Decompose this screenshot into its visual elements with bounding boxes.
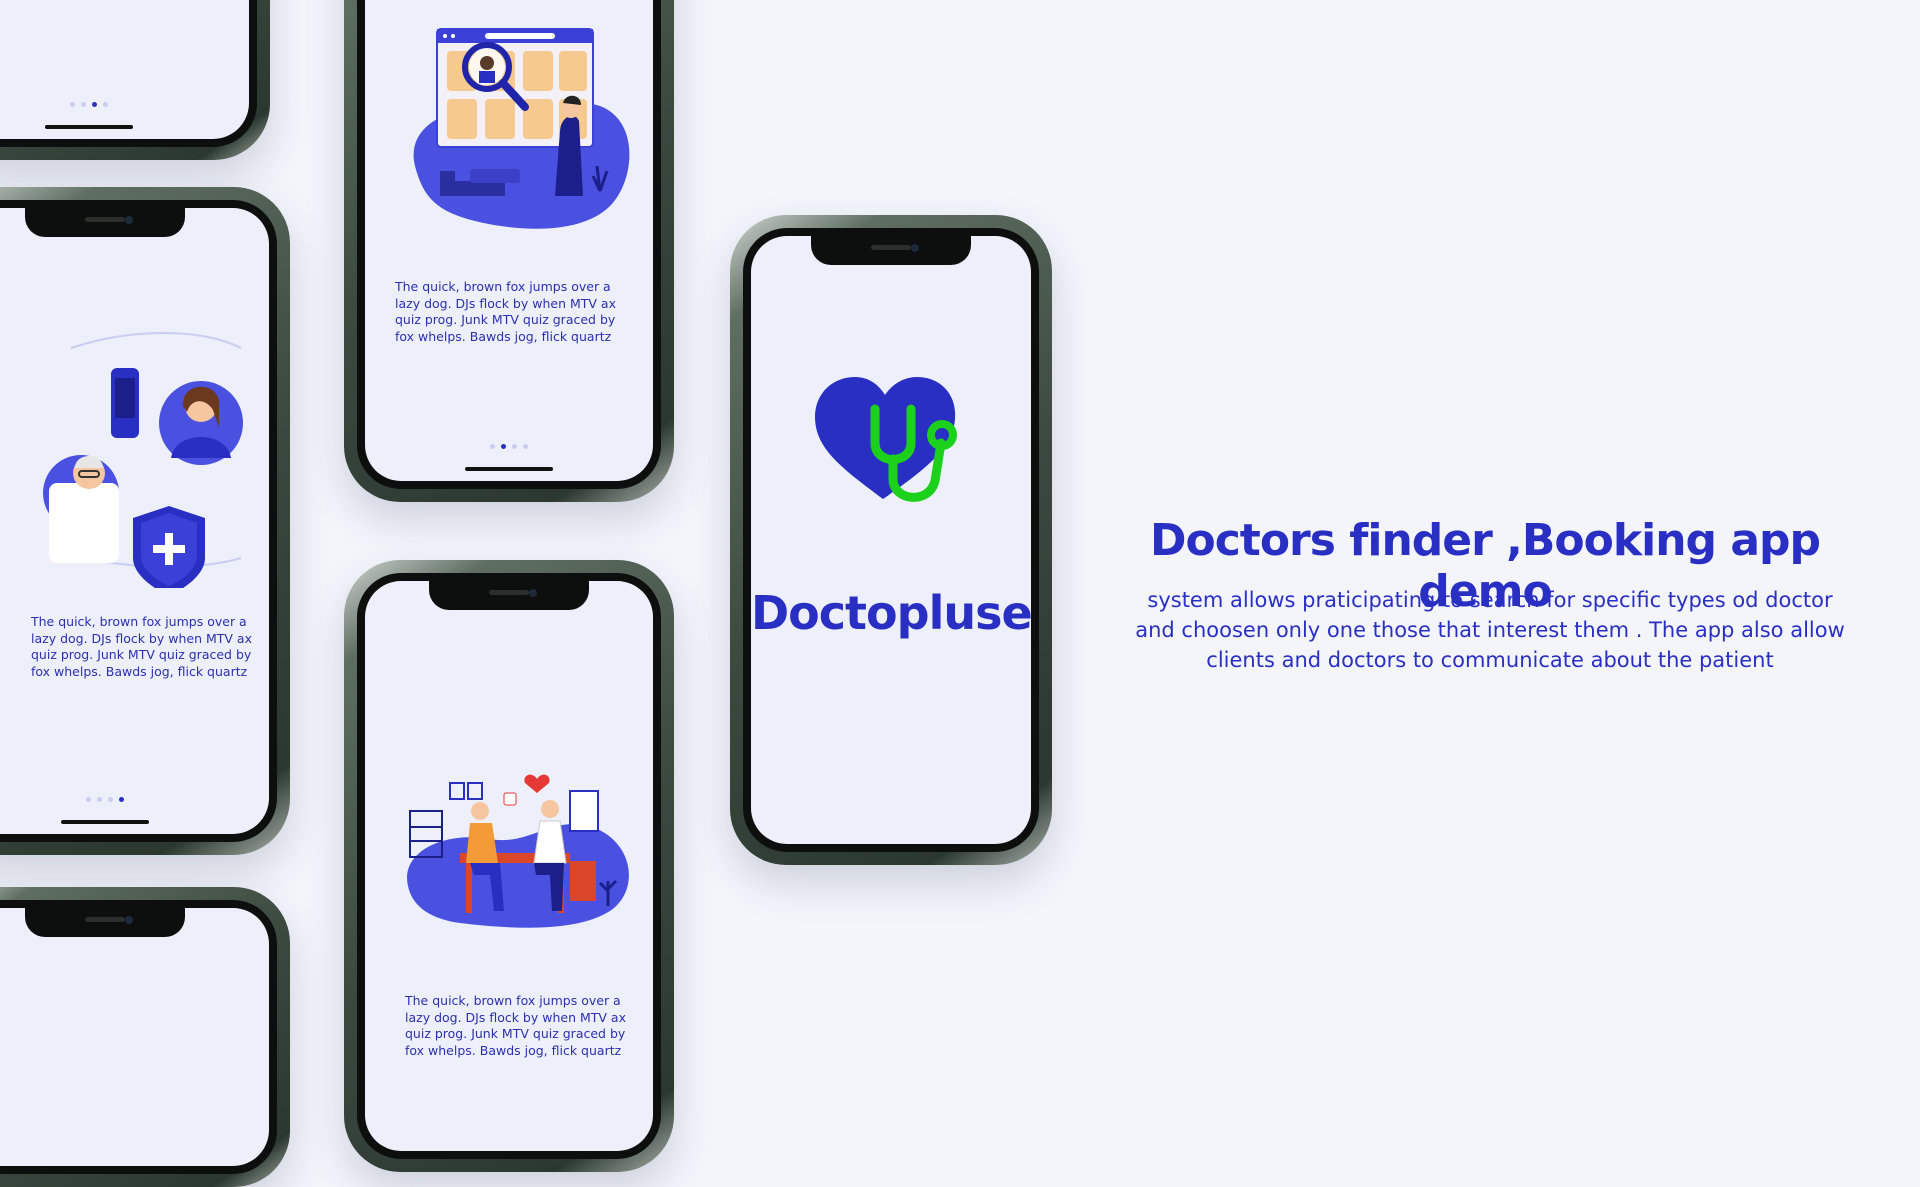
page-dot (103, 102, 108, 107)
phone-mockup-bottom-left (0, 887, 290, 1187)
onboarding-description: The quick, brown fox jumps over a lazy d… (31, 614, 252, 679)
page-dot (81, 102, 86, 107)
phone-mockup-top-left (0, 0, 270, 160)
page-dot (86, 797, 91, 802)
phone-notch (811, 236, 971, 265)
phone-screen (0, 0, 249, 139)
doctor-shield-illustration (43, 332, 243, 588)
phone-bezel: The quick, brown fox jumps over a lazy d… (0, 200, 277, 842)
onboarding-description: The quick, brown fox jumps over a lazy d… (395, 279, 616, 344)
page-dot (70, 102, 75, 107)
phone-notch (25, 208, 185, 237)
phone-bezel: The quick, brown fox jumps over a lazy d… (357, 0, 661, 489)
page-dot (523, 444, 528, 449)
page-indicator (70, 102, 108, 107)
page-dot-active (501, 444, 506, 449)
consultation-illustration (407, 774, 629, 928)
doctor-search-illustration (413, 28, 630, 229)
page-dot (512, 444, 517, 449)
app-name: Doctopluse (751, 586, 1031, 640)
onboarding-description: The quick, brown fox jumps over a lazy d… (405, 993, 626, 1058)
phone-notch (429, 581, 589, 610)
phone-mockup-onboarding-protection: The quick, brown fox jumps over a lazy d… (0, 187, 290, 855)
page-indicator (490, 444, 528, 449)
page-dot-active (92, 102, 97, 107)
page-indicator (86, 797, 124, 802)
home-indicator (61, 820, 149, 824)
page-dot (490, 444, 495, 449)
phone-screen: The quick, brown fox jumps over a lazy d… (365, 581, 653, 1151)
phone-bezel (0, 900, 277, 1174)
home-indicator (465, 467, 553, 471)
phone-screen: The quick, brown fox jumps over a lazy d… (0, 208, 269, 834)
app-description: system allows praticipating to search fo… (1135, 588, 1845, 672)
phone-mockup-onboarding-consultation: The quick, brown fox jumps over a lazy d… (344, 560, 674, 1172)
heart-stethoscope-icon (815, 377, 957, 502)
page-dot-active (119, 797, 124, 802)
phone-bezel: Doctopluse (743, 228, 1039, 852)
phone-mockup-splash: Doctopluse (730, 215, 1052, 865)
page-dot (97, 797, 102, 802)
page-dot (108, 797, 113, 802)
splash-screen: Doctopluse (751, 236, 1031, 844)
phone-bezel: The quick, brown fox jumps over a lazy d… (357, 573, 661, 1159)
phone-notch (25, 908, 185, 937)
home-indicator (45, 125, 133, 129)
phone-screen (0, 908, 269, 1166)
phone-bezel (0, 0, 257, 147)
phone-mockup-onboarding-search: The quick, brown fox jumps over a lazy d… (344, 0, 674, 502)
phone-screen: The quick, brown fox jumps over a lazy d… (365, 0, 653, 481)
